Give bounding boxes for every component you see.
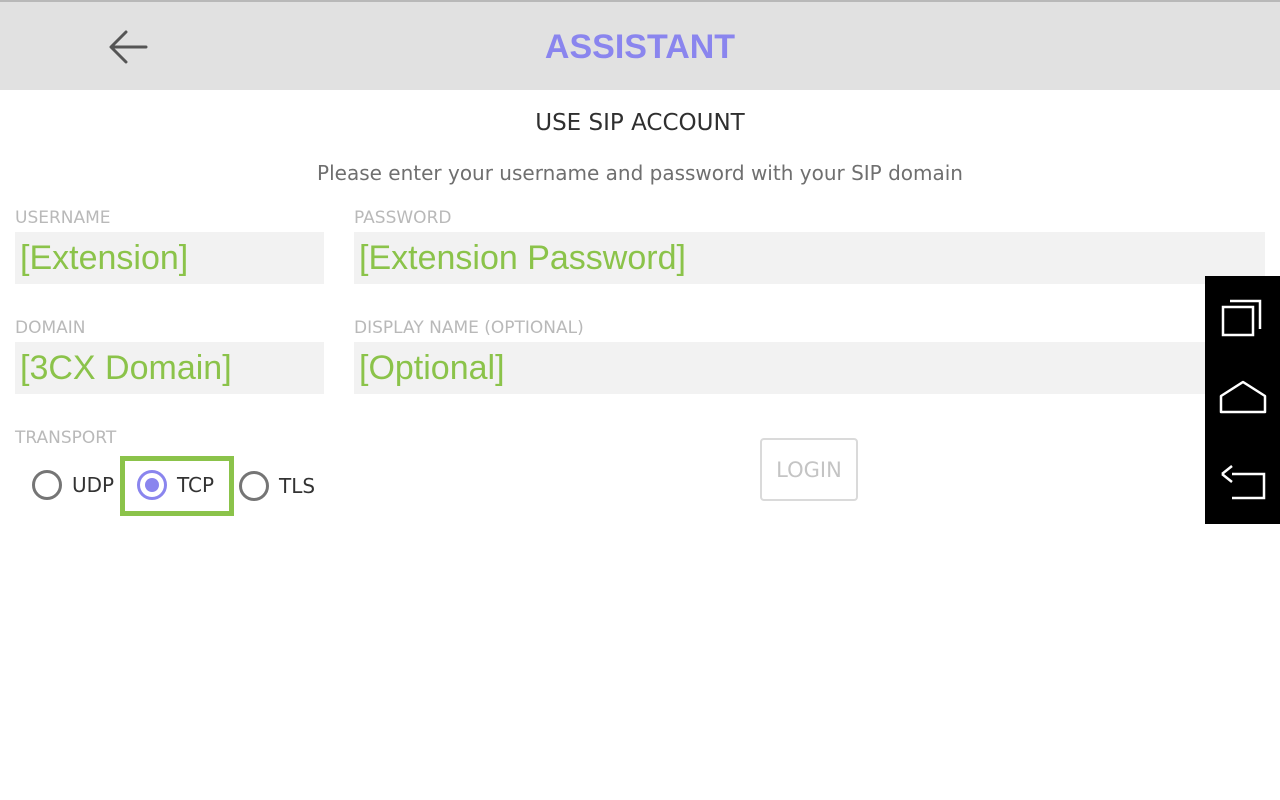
transport-udp-radio[interactable]: UDP: [32, 470, 114, 500]
home-icon: [1219, 380, 1266, 414]
password-field[interactable]: [354, 232, 1265, 284]
back-icon: [1220, 465, 1265, 500]
transport-label: TRANSPORT: [15, 428, 117, 448]
transport-tcp-radio[interactable]: TCP: [137, 470, 214, 500]
login-button[interactable]: LOGIN: [760, 438, 858, 501]
radio-unchecked-icon: [239, 471, 269, 501]
domain-label: DOMAIN: [15, 318, 86, 338]
display-name-field[interactable]: [354, 342, 1265, 394]
transport-tls-label: TLS: [279, 474, 316, 498]
password-label: PASSWORD: [354, 208, 452, 228]
transport-tcp-label: TCP: [177, 473, 215, 497]
display-name-label: DISPLAY NAME (OPTIONAL): [354, 318, 584, 338]
transport-tls-radio[interactable]: TLS: [239, 471, 315, 501]
recent-apps-button[interactable]: [1205, 288, 1280, 348]
home-button[interactable]: [1205, 368, 1280, 428]
system-back-button[interactable]: [1205, 452, 1280, 512]
username-field[interactable]: [15, 232, 324, 284]
instructions-text: Please enter your username and password …: [317, 161, 963, 185]
radio-unchecked-icon: [32, 470, 62, 500]
section-title: USE SIP ACCOUNT: [535, 110, 745, 136]
transport-udp-label: UDP: [72, 473, 115, 497]
app-title: ASSISTANT: [544, 28, 736, 66]
username-label: USERNAME: [15, 208, 111, 228]
system-nav-bar: [1205, 276, 1280, 524]
domain-field[interactable]: [15, 342, 324, 394]
radio-checked-icon: [137, 470, 167, 500]
recent-apps-icon: [1221, 299, 1261, 337]
app-header: ASSISTANT: [0, 0, 1280, 90]
